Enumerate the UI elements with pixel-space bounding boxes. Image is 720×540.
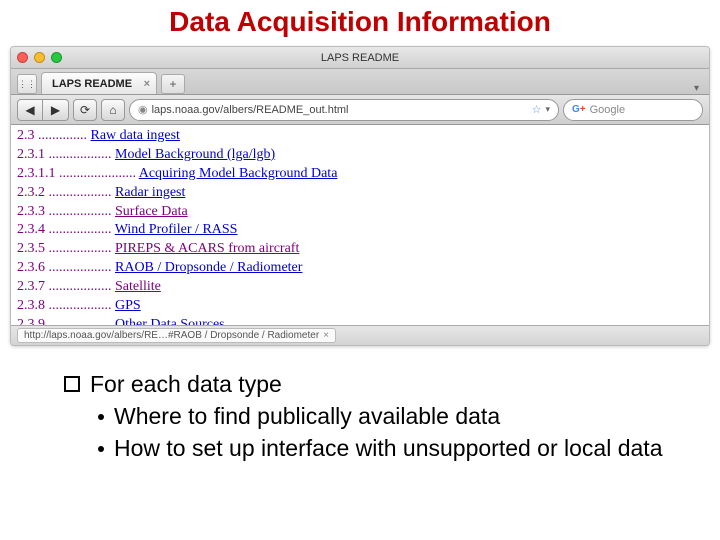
toc-number: 2.3.7 bbox=[17, 279, 45, 294]
toolbar: ◀ ▶ ⟳ ⌂ ◉ laps.noaa.gov/albers/README_ou… bbox=[11, 95, 709, 125]
search-placeholder: Google bbox=[590, 104, 625, 116]
toc-number: 2.3.3 bbox=[17, 204, 45, 219]
url-bar[interactable]: ◉ laps.noaa.gov/albers/README_out.html ☆… bbox=[129, 99, 559, 121]
close-icon[interactable] bbox=[17, 52, 28, 63]
toc-dots: .................. bbox=[45, 241, 115, 256]
titlebar: LAPS README bbox=[11, 47, 709, 69]
toc-number: 2.3.5 bbox=[17, 241, 45, 256]
toc-link[interactable]: PIREPS & ACARS from aircraft bbox=[115, 241, 299, 256]
tab-overflow-icon[interactable]: ▾ bbox=[694, 83, 703, 94]
reload-button[interactable]: ⟳ bbox=[73, 99, 97, 121]
zoom-icon[interactable] bbox=[51, 52, 62, 63]
bullet-sub-2: How to set up interface with unsupported… bbox=[64, 434, 670, 464]
bullet-dot-icon bbox=[98, 414, 104, 420]
toc-link[interactable]: Acquiring Model Background Data bbox=[139, 166, 338, 181]
status-close-icon[interactable]: × bbox=[323, 330, 329, 341]
toc-row: 2.3.6 .................. RAOB / Dropsond… bbox=[17, 259, 703, 278]
toc-number: 2.3.6 bbox=[17, 260, 45, 275]
status-url: http://laps.noaa.gov/albers/RE…#RAOB / D… bbox=[24, 330, 319, 341]
page-content: 2.3 .............. Raw data ingest2.3.1 … bbox=[11, 125, 709, 325]
toc-row: 2.3.8 .................. GPS bbox=[17, 297, 703, 316]
tab-close-icon[interactable]: × bbox=[144, 78, 150, 90]
toc-dots: .................. bbox=[45, 204, 115, 219]
bullet-sub-2-text: How to set up interface with unsupported… bbox=[114, 434, 670, 464]
search-box[interactable]: G+ Google bbox=[563, 99, 703, 121]
toc-dots: .................. bbox=[45, 298, 115, 313]
url-text: laps.noaa.gov/albers/README_out.html bbox=[152, 104, 349, 116]
back-button[interactable]: ◀ bbox=[17, 99, 43, 121]
toc-row: 2.3.5 .................. PIREPS & ACARS … bbox=[17, 240, 703, 259]
checkbox-icon bbox=[64, 376, 80, 392]
window-title: LAPS README bbox=[11, 52, 709, 64]
bullet-sub-1-text: Where to find publically available data bbox=[114, 402, 670, 432]
minimize-icon[interactable] bbox=[34, 52, 45, 63]
slide-bullets: For each data type Where to find publica… bbox=[0, 346, 720, 464]
toc-link[interactable]: Model Background (lga/lgb) bbox=[115, 147, 275, 162]
toc-row: 2.3.3 .................. Surface Data bbox=[17, 203, 703, 222]
url-dropdown-icon[interactable]: ▾ bbox=[545, 104, 550, 115]
tab-bar: ⋮⋮ LAPS README × + ▾ bbox=[11, 69, 709, 95]
status-link-preview: http://laps.noaa.gov/albers/RE…#RAOB / D… bbox=[17, 328, 336, 343]
google-icon: G+ bbox=[572, 104, 586, 115]
bullet-dot-icon bbox=[98, 446, 104, 452]
toc-dots: ...................... bbox=[56, 166, 139, 181]
tab-active[interactable]: LAPS README × bbox=[41, 72, 157, 94]
traffic-lights bbox=[17, 52, 62, 63]
toc-number: 2.3.8 bbox=[17, 298, 45, 313]
toc-row: 2.3.1.1 ...................... Acquiring… bbox=[17, 165, 703, 184]
toc-dots: .................. bbox=[45, 279, 115, 294]
toc-number: 2.3.4 bbox=[17, 222, 45, 237]
toc-number: 2.3.1 bbox=[17, 147, 45, 162]
home-button[interactable]: ⌂ bbox=[101, 99, 125, 121]
toc-row: 2.3.9 .................. Other Data Sour… bbox=[17, 316, 703, 325]
tab-group-icon[interactable]: ⋮⋮ bbox=[17, 74, 37, 94]
new-tab-button[interactable]: + bbox=[161, 74, 185, 94]
toc-dots: .................. bbox=[45, 222, 115, 237]
toc-row: 2.3.7 .................. Satellite bbox=[17, 278, 703, 297]
status-bar: http://laps.noaa.gov/albers/RE…#RAOB / D… bbox=[11, 325, 709, 345]
toc-dots: .................. bbox=[45, 317, 115, 325]
slide-title: Data Acquisition Information bbox=[0, 0, 720, 46]
toc-dots: .................. bbox=[45, 260, 115, 275]
toc-link[interactable]: Other Data Sources bbox=[115, 317, 225, 325]
browser-window: LAPS README ⋮⋮ LAPS README × + ▾ ◀ ▶ ⟳ ⌂… bbox=[10, 46, 710, 346]
bullet-sub-1: Where to find publically available data bbox=[64, 402, 670, 432]
toc-link[interactable]: Satellite bbox=[115, 279, 161, 294]
nav-buttons: ◀ ▶ bbox=[17, 99, 69, 121]
toc-link[interactable]: Surface Data bbox=[115, 204, 188, 219]
bookmark-star-icon[interactable]: ☆ bbox=[532, 103, 542, 116]
toc-number: 2.3.2 bbox=[17, 185, 45, 200]
toc-link[interactable]: Radar ingest bbox=[115, 185, 185, 200]
toc-row: 2.3.4 .................. Wind Profiler /… bbox=[17, 221, 703, 240]
toc-row: 2.3.1 .................. Model Backgroun… bbox=[17, 146, 703, 165]
bullet-main-text: For each data type bbox=[90, 370, 282, 400]
toc-link[interactable]: Wind Profiler / RASS bbox=[115, 222, 238, 237]
toc-row: 2.3 .............. Raw data ingest bbox=[17, 127, 703, 146]
toc-number: 2.3.1.1 bbox=[17, 166, 56, 181]
toc-dots: .................. bbox=[45, 147, 115, 162]
forward-button[interactable]: ▶ bbox=[43, 99, 69, 121]
bullet-main: For each data type bbox=[64, 370, 670, 400]
toc-number: 2.3.9 bbox=[17, 317, 45, 325]
toc-dots: .................. bbox=[45, 185, 115, 200]
toc-row: 2.3.2 .................. Radar ingest bbox=[17, 184, 703, 203]
toc-link[interactable]: GPS bbox=[115, 298, 141, 313]
toc-dots: .............. bbox=[35, 128, 91, 143]
tab-label: LAPS README bbox=[52, 78, 132, 90]
site-identity-icon: ◉ bbox=[138, 103, 148, 116]
toc-link[interactable]: RAOB / Dropsonde / Radiometer bbox=[115, 260, 302, 275]
toc-link[interactable]: Raw data ingest bbox=[91, 128, 180, 143]
toc-number: 2.3 bbox=[17, 128, 35, 143]
